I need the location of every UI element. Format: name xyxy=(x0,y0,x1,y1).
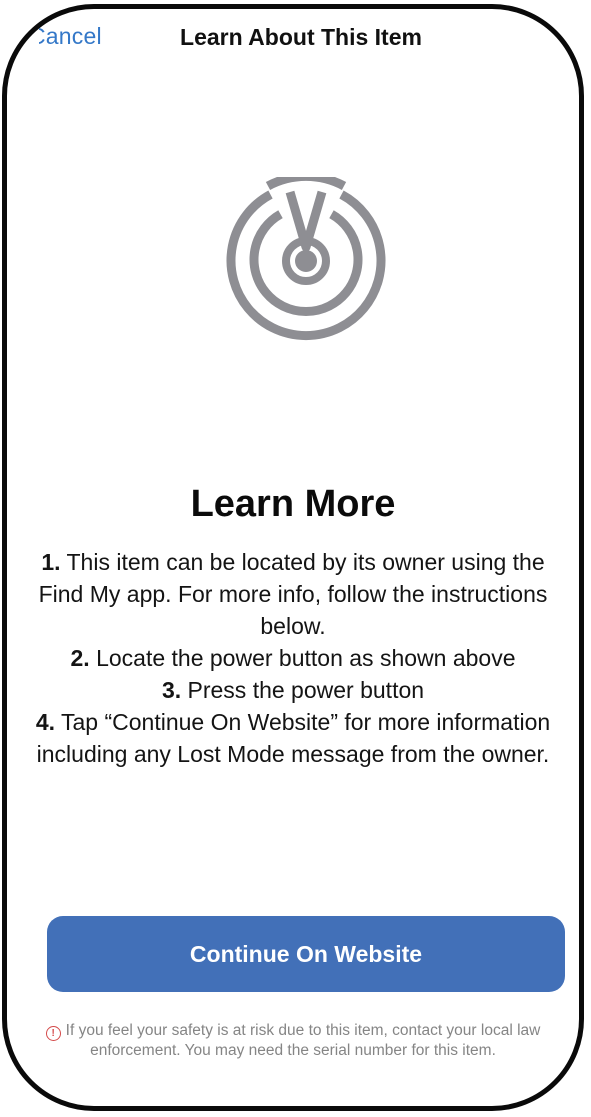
step-number: 4. xyxy=(35,709,56,735)
safety-note-text: If you feel your safety is at risk due t… xyxy=(65,1022,541,1059)
radar-center-dot xyxy=(295,250,317,272)
learn-more-heading: Learn More xyxy=(190,483,396,525)
continue-on-website-button[interactable]: Continue On Website xyxy=(47,916,565,992)
step-text: Locate the power button as shown above xyxy=(89,645,516,671)
step-number: 3. xyxy=(161,677,182,703)
navigation-bar: Cancel Learn About This Item xyxy=(7,9,579,69)
step-text: Tap “Continue On Website” for more infor… xyxy=(36,709,551,767)
safety-note: ! If you feel your safety is at risk due … xyxy=(43,1021,543,1060)
instruction-step: 4. Tap “Continue On Website” for more in… xyxy=(33,706,553,770)
find-my-radar-icon xyxy=(226,177,386,341)
alert-circle-icon: ! xyxy=(45,1026,61,1041)
instruction-step: 3. Press the power button xyxy=(33,674,553,706)
page-title: Learn About This Item xyxy=(180,24,422,50)
instructions-list: 1. This item can be located by its owner… xyxy=(33,546,553,770)
instruction-step: 2. Locate the power button as shown abov… xyxy=(33,642,553,674)
step-text: Press the power button xyxy=(181,677,425,703)
radar-top-arc xyxy=(265,177,347,191)
instruction-step: 1. This item can be located by its owner… xyxy=(33,546,553,642)
step-number: 2. xyxy=(70,645,90,671)
phone-frame: Cancel Learn About This Item Learn More … xyxy=(2,4,584,1111)
step-number: 1. xyxy=(41,549,61,575)
step-text: This item can be located by its owner us… xyxy=(38,549,548,639)
